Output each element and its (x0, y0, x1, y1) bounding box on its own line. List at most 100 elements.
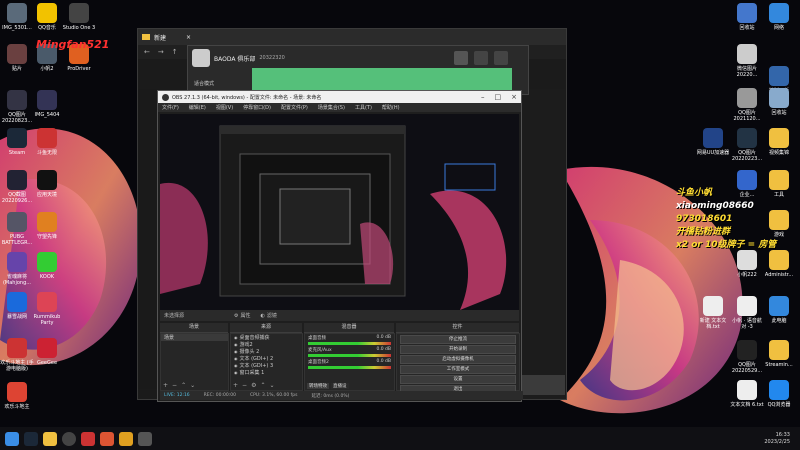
right-desktop-icon[interactable]: 回收站 (730, 3, 764, 31)
left-desktop-icon[interactable]: 贴片 (0, 44, 34, 72)
back-arrow-icon[interactable]: ← (144, 48, 150, 56)
obs-menu-item[interactable]: 视图(V) (216, 104, 233, 111)
eye-icon[interactable]: ◉ (234, 363, 238, 368)
control-button[interactable]: 开始录制 (400, 345, 516, 354)
right-desktop-icon[interactable]: 此电脑 (762, 296, 796, 324)
forward-arrow-icon[interactable]: → (158, 48, 164, 56)
clock-date[interactable]: 2023/2/25 (764, 439, 790, 446)
obs-menu-item[interactable]: 工具(T) (355, 104, 372, 111)
add-icon[interactable]: + (233, 382, 238, 389)
properties-button[interactable]: ⚙ 属性 (234, 312, 251, 320)
eye-icon[interactable]: ◉ (234, 356, 238, 361)
stream-settings-tab[interactable]: 直播设 (331, 383, 349, 389)
chat-window[interactable]: BAODA 俱乐部 20322320 适合模式 (187, 45, 529, 95)
right-desktop-icon[interactable]: 微信图片 20220... (730, 44, 764, 78)
move-down-icon[interactable]: ⌄ (190, 382, 195, 389)
control-button[interactable]: 停止推流 (400, 335, 516, 344)
left-desktop-icon[interactable]: QQ截图 20220926... (0, 170, 34, 204)
left-desktop-icon[interactable]: PUBG BATTLEGR... (0, 212, 34, 246)
obs-menu-item[interactable]: 配置文件(P) (281, 104, 308, 111)
eye-icon[interactable]: ◉ (234, 349, 238, 354)
source-item[interactable]: ◉ 窗口采集 1 (231, 369, 302, 376)
right-desktop-icon[interactable]: 回收站 (762, 88, 796, 116)
left-desktop-icon[interactable]: QQ图片 20220823... (0, 90, 34, 124)
left-desktop-icon[interactable]: IMG_5404 (30, 90, 64, 118)
source-item[interactable]: ◉ 游戏2 (231, 341, 302, 348)
left-desktop-icon[interactable]: Studio One 3 (62, 3, 96, 31)
explorer-taskbar-icon[interactable] (43, 431, 57, 446)
windows-start-icon[interactable] (5, 431, 19, 446)
eye-icon[interactable]: ◉ (234, 370, 238, 375)
left-desktop-icon[interactable]: KOOK (30, 252, 64, 280)
steam-taskbar-icon[interactable] (24, 431, 38, 446)
right-desktop-icon[interactable]: 网络 (762, 3, 796, 31)
add-icon[interactable]: + (163, 382, 168, 389)
left-desktop-icon[interactable]: 暴雪战网 (0, 292, 34, 320)
left-desktop-icon[interactable]: QQ音乐 (30, 3, 64, 31)
close-button[interactable]: × (511, 93, 517, 101)
left-desktop-icon[interactable]: Rummikub Party (30, 292, 64, 326)
right-desktop-icon[interactable]: 网易UU加速器 (696, 128, 730, 156)
right-desktop-icon[interactable]: QQ图片 20220223... (730, 128, 764, 162)
left-desktop-icon[interactable]: 欢乐斗地主 (0, 382, 34, 410)
right-desktop-icon[interactable]: QQ浏览器 (762, 380, 796, 408)
up-arrow-icon[interactable]: ↑ (172, 48, 178, 56)
close-tab-icon[interactable]: × (186, 34, 191, 41)
right-desktop-icon[interactable]: Streamin... (762, 340, 796, 368)
remove-icon[interactable]: − (242, 382, 247, 389)
source-item[interactable]: ◉ 文本 (GDI+) 3 (231, 362, 302, 369)
move-down-icon[interactable]: ⌄ (269, 382, 274, 389)
volume-meter[interactable] (308, 354, 391, 357)
right-desktop-icon[interactable]: 小帆222 (730, 250, 764, 278)
studio-one-taskbar-icon[interactable] (138, 431, 152, 446)
right-desktop-icon[interactable]: QQ图片 20220529... (730, 340, 764, 374)
minimize-button[interactable]: – (481, 93, 485, 101)
obs-preview[interactable] (160, 114, 519, 310)
left-desktop-icon[interactable]: 守望先锋 (30, 212, 64, 240)
move-up-icon[interactable]: ⌃ (260, 382, 265, 389)
eye-icon[interactable]: ◉ (234, 335, 238, 340)
remove-icon[interactable]: − (172, 382, 177, 389)
right-desktop-icon[interactable]: 视频集锦 (762, 128, 796, 156)
filters-button[interactable]: ◐ 滤镜 (261, 312, 277, 320)
left-desktop-icon[interactable]: 欢乐斗地主 (手游电脑版) (0, 338, 34, 372)
app-taskbar-icon-2[interactable] (100, 431, 114, 446)
obs-menu-item[interactable]: 编辑(E) (189, 104, 206, 111)
left-desktop-icon[interactable]: 应用天境 (30, 170, 64, 198)
right-desktop-icon[interactable]: 小帆 · 语音航 对 -3 (730, 296, 764, 330)
explorer-tab-title[interactable]: 新建 (154, 33, 166, 42)
right-desktop-icon[interactable]: QQ图片 2021120... (730, 88, 764, 122)
settings-icon[interactable]: ⚙ (251, 382, 256, 389)
obs-menu-item[interactable]: 停靠窗口(D) (243, 104, 271, 111)
source-item[interactable]: ◉ 摄像头 2 (231, 348, 302, 355)
chat-mode-tab[interactable]: 适合模式 (194, 80, 214, 87)
left-desktop-icon[interactable]: Steam (0, 128, 34, 156)
mail-icon[interactable] (494, 51, 508, 65)
right-desktop-icon[interactable]: Administr... (762, 250, 796, 278)
right-desktop-icon[interactable]: 新建 文本文档.txt (696, 296, 730, 330)
home-icon[interactable] (454, 51, 468, 65)
scene-item[interactable]: 场景 (161, 334, 228, 341)
obs-menu-item[interactable]: 场景集合(S) (318, 104, 345, 111)
app-taskbar-icon-3[interactable] (119, 431, 133, 446)
control-button[interactable]: 工作室模式 (400, 365, 516, 374)
obs-menu-item[interactable]: 文件(F) (162, 104, 179, 111)
right-desktop-icon[interactable]: 文本文档 6.txt (730, 380, 764, 408)
obs-menu-item[interactable]: 帮助(H) (382, 104, 400, 111)
left-desktop-icon[interactable]: 雀魂麻将 (Mahjong... (0, 252, 34, 286)
maximize-button[interactable]: □ (495, 93, 502, 101)
volume-meter[interactable] (308, 342, 391, 345)
control-button[interactable]: 启动虚拟摄像机 (400, 355, 516, 364)
obs-window[interactable]: OBS 27.1.3 (64-bit, windows) - 配置文件: 未命名… (157, 90, 523, 402)
avatar[interactable] (192, 49, 210, 67)
left-desktop-icon[interactable]: 斗鱼无限 (30, 128, 64, 156)
source-item[interactable]: ◉ 桌面音频捕获 (231, 334, 302, 341)
left-desktop-icon[interactable]: GeeGee (30, 338, 64, 366)
volume-meter[interactable] (308, 366, 391, 369)
control-button[interactable]: 设置 (400, 375, 516, 384)
move-up-icon[interactable]: ⌃ (181, 382, 186, 389)
clock-time[interactable]: 16:33 (764, 432, 790, 439)
transitions-tab[interactable]: 转场特效 (307, 383, 329, 389)
app-taskbar-icon-1[interactable] (81, 431, 95, 446)
left-desktop-icon[interactable]: IMG_5301... (0, 3, 34, 31)
